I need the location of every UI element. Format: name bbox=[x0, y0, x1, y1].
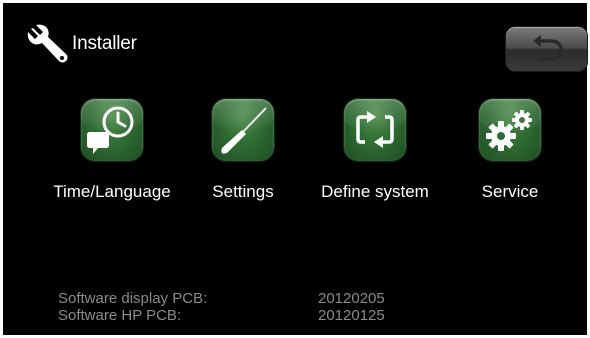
page-title: Installer bbox=[72, 33, 137, 54]
screwdriver-icon bbox=[212, 99, 274, 161]
tile-define-system[interactable]: Define system bbox=[305, 99, 445, 209]
tile-label: Time/Language bbox=[53, 182, 171, 201]
tile-time-language[interactable]: Time/Language bbox=[42, 99, 182, 209]
software-label: Software display PCB: bbox=[58, 290, 208, 307]
tile-label: Settings bbox=[212, 182, 274, 201]
software-row-display: Software display PCB: 20120205 bbox=[58, 290, 558, 307]
gears-icon bbox=[479, 99, 541, 161]
software-info: Software display PCB: 20120205 Software … bbox=[58, 290, 558, 324]
clock-speech-icon bbox=[81, 99, 143, 161]
wrench-icon bbox=[25, 23, 69, 67]
back-arrow-icon bbox=[533, 35, 563, 61]
software-version: 20120205 bbox=[318, 290, 385, 307]
software-row-hp: Software HP PCB: 20120125 bbox=[58, 307, 558, 324]
screen-content: Installer Time/Language Settings Define … bbox=[10, 9, 587, 330]
tile-service[interactable]: Service bbox=[440, 99, 580, 209]
back-button[interactable] bbox=[506, 27, 587, 71]
tile-label: Service bbox=[481, 182, 539, 201]
software-version: 20120125 bbox=[318, 307, 385, 324]
software-label: Software HP PCB: bbox=[58, 307, 182, 324]
tile-label: Define system bbox=[321, 182, 429, 201]
installer-screen: Installer Time/Language Settings Define … bbox=[0, 0, 590, 338]
tile-settings[interactable]: Settings bbox=[173, 99, 313, 209]
cycle-arrows-icon bbox=[344, 99, 406, 161]
